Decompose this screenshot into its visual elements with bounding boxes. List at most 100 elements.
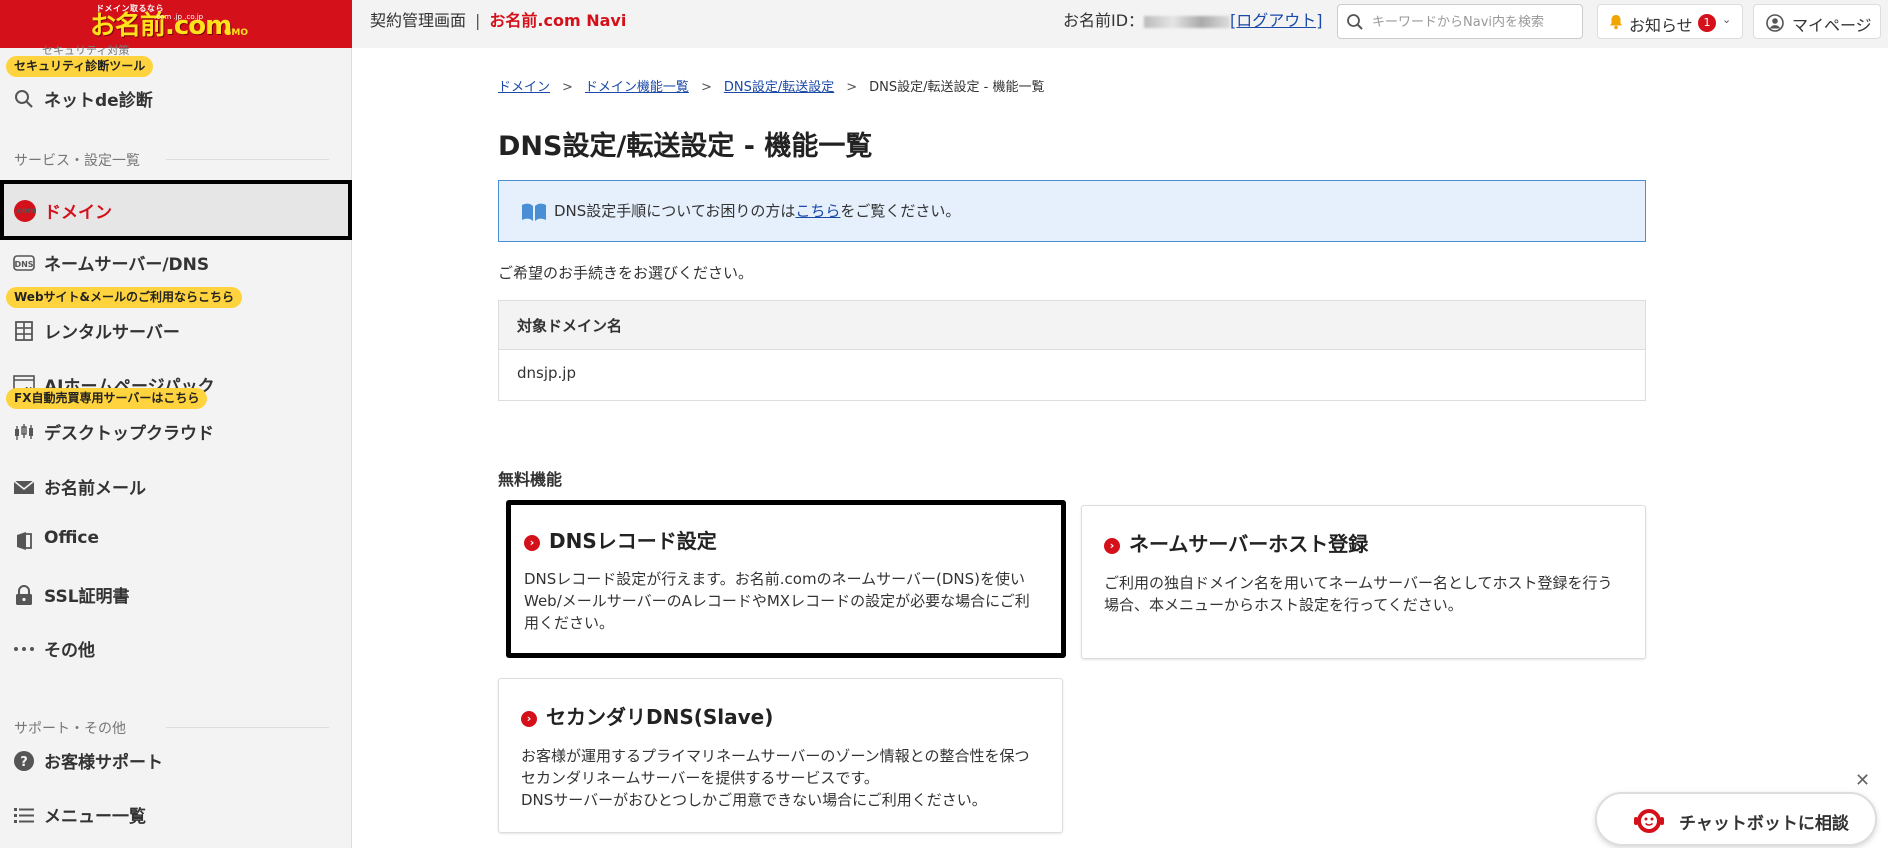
sidebar-item-label: レンタルサーバー xyxy=(44,323,180,343)
domain-table: 対象ドメイン名 dnsjp.jp xyxy=(498,300,1646,401)
search-icon xyxy=(15,90,33,108)
sidebar-item-label: ドメイン xyxy=(44,203,112,223)
badge-web-mail[interactable]: Webサイト&メールのご利用ならこちら xyxy=(6,287,243,308)
sidebar-item-netde[interactable]: ネットde診断 xyxy=(0,74,352,122)
divider xyxy=(166,159,329,160)
card-secondary-dns[interactable]: › セカンダリDNS(Slave) お客様が運用するプライマリネームサーバーのゾー… xyxy=(498,678,1063,833)
chatbot-icon xyxy=(1634,809,1664,833)
notice-button[interactable]: お知らせ 1 ⌄ xyxy=(1597,4,1743,39)
navi-title[interactable]: お名前.com Navi xyxy=(489,11,626,30)
logo-gmo: GMO xyxy=(224,28,248,38)
sidebar-item-rental-server[interactable]: レンタルサーバー xyxy=(0,306,352,354)
card-dns-record-setting[interactable]: › DNSレコード設定 DNSレコード設定が行えます。お名前.comのネームサーバ… xyxy=(506,500,1066,658)
card-description: ご利用の独自ドメイン名を用いてネームサーバー名としてホスト登録を行う場合、本メニ… xyxy=(1104,574,1613,614)
sidebar: セキュリティ対策 セキュリティ診断ツール ネットde診断 サービス・設定一覧 .… xyxy=(0,44,352,848)
breadcrumb-dns-settings[interactable]: DNS設定/転送設定 xyxy=(724,80,834,95)
info-box: DNS設定手順についてお困りの方はこちらをご覧ください。 xyxy=(498,180,1646,242)
more-dots-icon xyxy=(14,647,34,651)
book-icon xyxy=(522,203,546,221)
sidebar-item-nameserver[interactable]: DNS ネームサーバー/DNS xyxy=(0,238,352,286)
dotcom-icon: .com xyxy=(14,200,36,222)
page-title: DNS設定/転送設定 - 機能一覧 xyxy=(498,131,873,162)
userid-label: お名前ID： xyxy=(1063,11,1145,30)
breadcrumb-current: DNS設定/転送設定 - 機能一覧 xyxy=(869,80,1045,95)
sidebar-item-label: デスクトップクラウド xyxy=(44,424,214,444)
chevron-right-icon: › xyxy=(521,711,537,727)
search-input[interactable] xyxy=(1372,12,1577,32)
search-icon xyxy=(1347,14,1363,30)
sidebar-item-label: お名前メール xyxy=(44,479,146,499)
breadcrumb-domain[interactable]: ドメイン xyxy=(498,80,550,95)
breadcrumb-separator: > xyxy=(846,80,858,95)
breadcrumb-separator: > xyxy=(562,80,573,95)
chevron-right-icon: › xyxy=(524,535,540,551)
sidebar-item-office[interactable]: Office xyxy=(0,516,352,564)
section-services: サービス・設定一覧 xyxy=(14,153,140,169)
bell-icon xyxy=(1610,15,1622,30)
card-description-line: DNSサーバーがおひとつしかご用意できない場合にご利用ください。 xyxy=(521,791,987,809)
info-text-before: DNS設定手順についてお困りの方は xyxy=(554,202,796,220)
card-description: お客様が運用するプライマリネームサーバーのゾーン情報との整合性を保つセカンダリネ… xyxy=(521,745,1044,811)
domain-table-header: 対象ドメイン名 xyxy=(499,301,1645,350)
sidebar-item-other[interactable]: その他 xyxy=(0,624,352,672)
card-nameserver-host-registration[interactable]: › ネームサーバーホスト登録 ご利用の独自ドメイン名を用いてネームサーバー名として… xyxy=(1081,505,1646,659)
sidebar-item-desktop-cloud[interactable]: デスクトップクラウド xyxy=(0,407,352,455)
breadcrumb: ドメイン > ドメイン機能一覧 > DNS設定/転送設定 > DNS設定/転送設定 - 機能… xyxy=(498,76,1044,95)
sidebar-item-mail[interactable]: お名前メール xyxy=(0,462,352,510)
logout-link[interactable]: [ログアウト] xyxy=(1230,11,1323,30)
sidebar-item-label: SSL証明書 xyxy=(44,587,130,607)
header-separator: | xyxy=(475,11,481,30)
logo-sub: .com .jp .co.jp xyxy=(154,13,204,21)
info-text-after: をご覧ください。 xyxy=(840,202,961,220)
breadcrumb-separator: > xyxy=(700,80,712,95)
card-title: › セカンダリDNS(Slave) xyxy=(521,701,773,730)
section-support: サポート・その他 xyxy=(14,721,126,737)
contract-management-link[interactable]: 契約管理画面 xyxy=(370,11,466,30)
user-icon xyxy=(1766,14,1784,32)
info-text: DNS設定手順についてお困りの方はこちらをご覧ください。 xyxy=(554,200,960,221)
card-description: DNSレコード設定が行えます。お名前.comのネームサーバー(DNS)を使いWe… xyxy=(524,570,1030,632)
sidebar-item-label: Office xyxy=(44,528,100,548)
chevron-right-icon: › xyxy=(1104,538,1120,554)
sidebar-item-label: メニュー一覧 xyxy=(44,807,146,827)
badge-fx[interactable]: FX自動売買専用サーバーはこちら xyxy=(6,388,208,409)
mypage-label: マイページ xyxy=(1792,16,1872,35)
notice-count-badge: 1 xyxy=(1698,14,1716,32)
breadcrumb-domain-functions[interactable]: ドメイン機能一覧 xyxy=(585,80,689,95)
navi-search xyxy=(1337,4,1583,39)
sidebar-item-menu-list[interactable]: メニュー一覧 xyxy=(0,790,352,838)
sidebar-item-label: ネットde診断 xyxy=(44,91,153,111)
svg-text:?: ? xyxy=(20,755,28,770)
notice-label: お知らせ xyxy=(1629,16,1693,35)
info-help-link[interactable]: こちら xyxy=(795,202,840,220)
card-title-text: DNSレコード設定 xyxy=(549,529,717,553)
sidebar-item-ssl[interactable]: SSL証明書 xyxy=(0,570,352,618)
free-features-heading: 無料機能 xyxy=(498,470,563,489)
card-title: › ネームサーバーホスト登録 xyxy=(1104,528,1368,557)
chatbot-close-icon[interactable]: ✕ xyxy=(1855,770,1870,791)
card-title: › DNSレコード設定 xyxy=(524,525,717,554)
chart-candle-icon xyxy=(15,424,33,440)
domain-table-value: dnsjp.jp xyxy=(517,364,576,382)
card-description-line: お客様が運用するプライマリネームサーバーのゾーン情報との整合性を保つセカンダリネ… xyxy=(521,747,1030,787)
mail-icon xyxy=(13,480,35,494)
svg-text:DNS: DNS xyxy=(14,260,33,269)
card-title-text: ネームサーバーホスト登録 xyxy=(1129,532,1369,556)
top-header: ドメイン取るなら お名前.com .com .jp .co.jp GMO 契約管… xyxy=(0,0,1888,48)
userid-masked-value xyxy=(1144,15,1231,28)
sidebar-item-label: お客様サポート xyxy=(44,753,163,773)
procedure-prompt: ご希望のお手続きをお選びください。 xyxy=(498,264,754,282)
onamae-logo[interactable]: ドメイン取るなら お名前.com .com .jp .co.jp GMO xyxy=(0,0,352,48)
card-title-text: セカンダリDNS(Slave) xyxy=(546,705,774,729)
sidebar-item-support[interactable]: ? お客様サポート xyxy=(0,736,352,784)
list-icon xyxy=(14,808,34,823)
office-icon xyxy=(17,532,32,550)
header-nav: 契約管理画面 | お名前.com Navi xyxy=(370,10,626,32)
sidebar-item-label: ネームサーバー/DNS xyxy=(44,255,210,275)
mypage-button[interactable]: マイページ xyxy=(1753,4,1881,39)
chatbot-button[interactable]: チャットボットに相談 xyxy=(1595,792,1877,846)
sidebar-item-domain[interactable]: .com ドメイン xyxy=(0,180,352,240)
sidebar-item-label: その他 xyxy=(44,641,95,661)
help-icon: ? xyxy=(14,751,34,771)
divider xyxy=(166,727,329,728)
